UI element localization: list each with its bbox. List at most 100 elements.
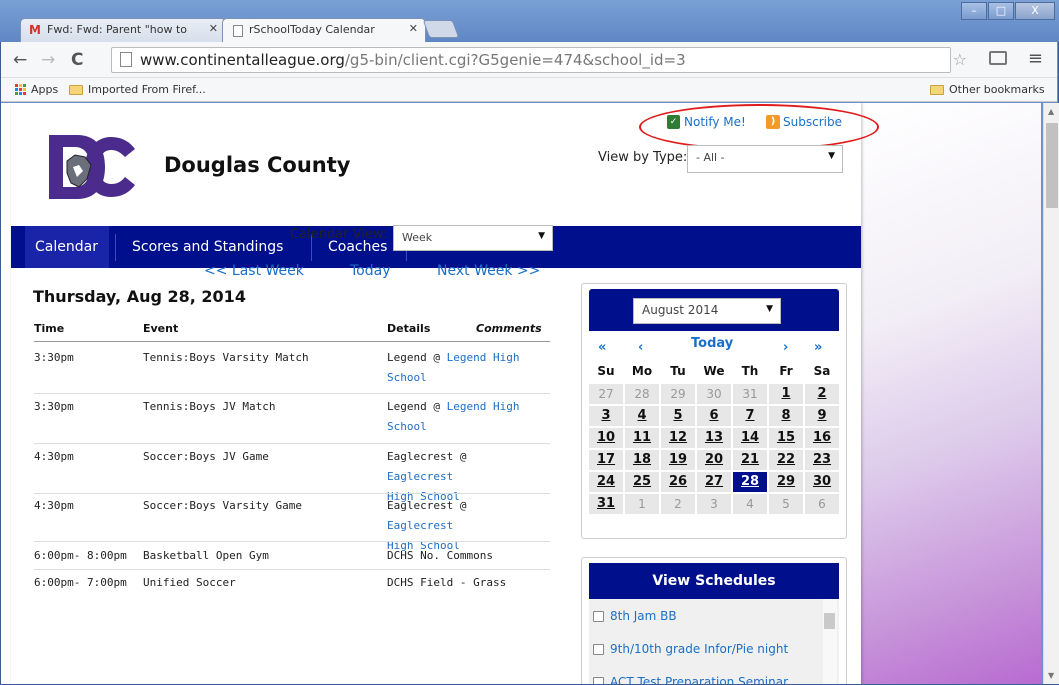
calendar-day[interactable]: 19 [661, 450, 695, 470]
calendar-day[interactable]: 15 [769, 428, 803, 448]
nav-calendar[interactable]: Calendar [25, 226, 109, 268]
today-link[interactable]: Today [350, 263, 391, 279]
venue-link[interactable]: School [387, 371, 427, 384]
menu-icon[interactable]: ≡ [1028, 48, 1043, 69]
schedules-scrollbar[interactable] [823, 599, 837, 684]
event-details: Legend @ Legend High School [387, 348, 537, 388]
venue-link[interactable]: Eaglecrest [387, 519, 453, 532]
calendar-day[interactable]: 6 [697, 406, 731, 426]
calendar-day[interactable]: 8 [769, 406, 803, 426]
close-window-button[interactable]: X [1015, 2, 1055, 20]
calendar-day[interactable]: 22 [769, 450, 803, 470]
chevron-down-icon: ▼ [538, 231, 545, 241]
back-icon[interactable]: ← [13, 50, 27, 70]
calendar-day[interactable]: 18 [625, 450, 659, 470]
minimize-button[interactable]: – [961, 2, 987, 20]
event-details: DCHS Field - Grass [387, 573, 537, 589]
close-icon[interactable]: ✕ [409, 22, 418, 35]
mini-calendar-header: August 2014 ▼ [589, 289, 839, 331]
schedule-item[interactable]: 9th/10th grade Infor/Pie night [593, 642, 788, 656]
event-time: 4:30pm [34, 499, 74, 512]
venue-link[interactable]: Legend High [447, 351, 520, 364]
reload-icon[interactable]: C [71, 50, 83, 70]
calendar-day[interactable]: 5 [661, 406, 695, 426]
month-select[interactable]: August 2014 ▼ [633, 298, 781, 324]
next-month-icon[interactable]: › [783, 340, 788, 355]
calendar-day[interactable]: 21 [733, 450, 767, 470]
schedule-item[interactable]: ACT Test Preparation Seminar [593, 675, 788, 684]
calendar-day[interactable]: 24 [589, 472, 623, 492]
calendar-day[interactable]: 12 [661, 428, 695, 448]
checkbox[interactable] [593, 676, 604, 684]
calendar-day[interactable]: 10 [589, 428, 623, 448]
venue-link[interactable]: School [387, 420, 427, 433]
page-scrollbar[interactable]: ▲ ▼ [1043, 103, 1059, 684]
event-title[interactable]: Tennis:Boys JV Match [143, 397, 275, 417]
maximize-button[interactable]: □ [988, 2, 1014, 20]
scroll-up-icon[interactable]: ▲ [1048, 107, 1054, 116]
venue-link[interactable]: Eaglecrest [387, 470, 453, 483]
scroll-down-icon[interactable]: ▼ [1048, 671, 1054, 680]
calendar-day[interactable]: 14 [733, 428, 767, 448]
cast-icon[interactable] [989, 51, 1007, 65]
event-team: DCHS Field - Grass [387, 576, 507, 589]
next-year-icon[interactable]: » [814, 340, 822, 355]
chevron-down-icon: ▼ [766, 304, 773, 314]
last-week-link[interactable]: << Last Week [204, 263, 304, 279]
next-week-link[interactable]: Next Week >> [437, 263, 540, 279]
calendar-day[interactable]: 13 [697, 428, 731, 448]
apps-grid-icon [15, 84, 26, 95]
prev-month-icon[interactable]: ‹ [638, 340, 643, 355]
today-button[interactable]: Today [691, 336, 733, 351]
nav-scores-standings[interactable]: Scores and Standings [132, 226, 283, 268]
checkbox[interactable] [593, 643, 604, 655]
event-title[interactable]: Tennis:Boys Varsity Match [143, 348, 309, 368]
page-viewport: Douglas County ✓ Notify Me! ) Subscribe … [1, 103, 1041, 684]
bookmark-other[interactable]: Other bookmarks [930, 83, 1045, 96]
calendar-day[interactable]: 25 [625, 472, 659, 492]
scroll-thumb[interactable] [824, 613, 835, 629]
calendar-day[interactable]: 3 [589, 406, 623, 426]
calendar-day[interactable]: 11 [625, 428, 659, 448]
calendar-day[interactable]: 17 [589, 450, 623, 470]
tab-calendar[interactable]: rSchoolToday Calendar ✕ [222, 18, 426, 43]
schedule-label: 9th/10th grade Infor/Pie night [610, 642, 789, 656]
calendar-day[interactable]: 27 [697, 472, 731, 492]
scroll-thumb[interactable] [1046, 123, 1058, 208]
event-title[interactable]: Soccer:Boys Varsity Game [143, 496, 302, 516]
calendar-day[interactable]: 29 [769, 472, 803, 492]
calendar-day[interactable]: 23 [805, 450, 839, 470]
tab-label: Fwd: Fwd: Parent "how to [47, 23, 188, 36]
bookmark-imported[interactable]: Imported From Firef... [69, 83, 206, 96]
checkbox[interactable] [593, 610, 604, 622]
event-team: Eaglecrest @ [387, 450, 467, 463]
view-by-type-select[interactable]: - All - ▼ [687, 145, 843, 173]
star-icon[interactable]: ☆ [953, 50, 967, 69]
forward-icon[interactable]: → [41, 50, 55, 70]
calendar-day[interactable]: 2 [805, 384, 839, 404]
venue-link[interactable]: Legend High [447, 400, 520, 413]
calendar-day[interactable]: 20 [697, 450, 731, 470]
calendar-day-selected[interactable]: 28 [733, 472, 767, 492]
view-schedules-title: View Schedules [589, 563, 839, 599]
calendar-view-select[interactable]: Week ▼ [393, 225, 553, 251]
bookmark-apps[interactable]: Apps [15, 83, 58, 96]
event-title[interactable]: Unified Soccer [143, 573, 236, 589]
calendar-day[interactable]: 26 [661, 472, 695, 492]
new-tab-button[interactable] [422, 20, 460, 38]
calendar-day[interactable]: 4 [625, 406, 659, 426]
calendar-day[interactable]: 9 [805, 406, 839, 426]
event-title[interactable]: Soccer:Boys JV Game [143, 447, 269, 467]
schedule-item[interactable]: 8th Jam BB [593, 609, 677, 623]
close-icon[interactable]: ✕ [209, 22, 218, 35]
calendar-day[interactable]: 7 [733, 406, 767, 426]
calendar-day[interactable]: 16 [805, 428, 839, 448]
prev-year-icon[interactable]: « [598, 340, 606, 355]
calendar-day[interactable]: 31 [589, 494, 623, 514]
calendar-view-label: Calendar View: [290, 227, 388, 242]
calendar-day[interactable]: 1 [769, 384, 803, 404]
address-bar[interactable]: www.continentalleague.org/g5-bin/client.… [111, 47, 951, 73]
tab-gmail[interactable]: M Fwd: Fwd: Parent "how to ✕ [20, 18, 226, 42]
event-title[interactable]: Basketball Open Gym [143, 546, 269, 566]
calendar-day[interactable]: 30 [805, 472, 839, 492]
